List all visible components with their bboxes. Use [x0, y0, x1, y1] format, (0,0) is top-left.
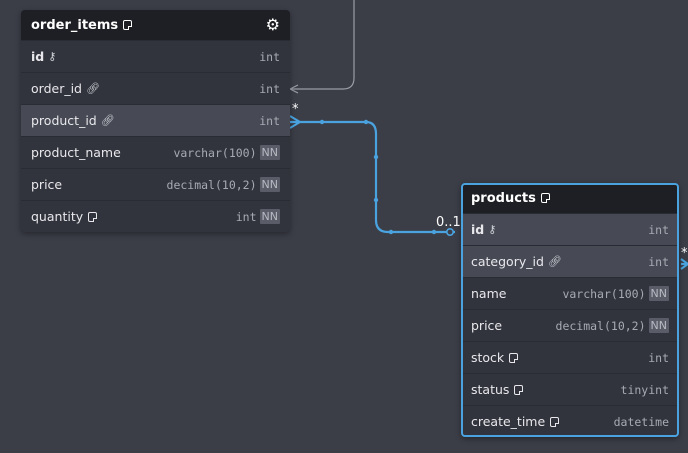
- field-row[interactable]: id ⚷ int: [21, 40, 290, 72]
- field-type: int: [259, 49, 280, 64]
- not-null-badge: NN: [259, 177, 280, 192]
- not-null-badge: NN: [259, 209, 280, 224]
- field-type: decimal(10,2): [555, 318, 646, 333]
- field-name: stock: [471, 350, 505, 365]
- field-row[interactable]: product_id 🔗︎ int: [21, 104, 290, 136]
- field-name: product_id: [31, 113, 97, 128]
- note-icon[interactable]: [88, 211, 98, 222]
- not-null-badge: NN: [648, 286, 669, 301]
- link-icon: 🔗︎: [547, 255, 562, 268]
- field-type: datetime: [613, 414, 669, 429]
- field-name: name: [471, 286, 507, 301]
- field-row[interactable]: status tinyint: [461, 373, 679, 405]
- table-header[interactable]: order_items ⚙: [21, 10, 290, 40]
- field-type: tinyint: [620, 382, 669, 397]
- field-type: int: [648, 350, 669, 365]
- field-row[interactable]: name varchar(100) NN: [461, 277, 679, 309]
- not-null-badge: NN: [259, 145, 280, 160]
- field-type: int: [648, 222, 669, 237]
- not-null-badge: NN: [648, 318, 669, 333]
- note-icon[interactable]: [123, 20, 133, 30]
- table-title: order_items: [31, 17, 119, 33]
- field-type: int: [235, 209, 257, 224]
- field-row[interactable]: order_id 🔗︎ int: [21, 72, 290, 104]
- table-order-items[interactable]: order_items ⚙ id ⚷ int order_id 🔗︎ int p…: [21, 10, 290, 232]
- gear-icon[interactable]: ⚙: [266, 17, 280, 33]
- cardinality-zero-or-one-label: 0..1: [436, 215, 461, 230]
- field-row[interactable]: price decimal(10,2) NN: [21, 168, 290, 200]
- field-type: int: [648, 254, 669, 269]
- diagram-canvas[interactable]: * 0..1 * order_items ⚙ id ⚷ int order_id…: [0, 0, 688, 453]
- link-icon: 🔗︎: [100, 114, 115, 127]
- field-type: decimal(10,2): [166, 177, 257, 192]
- note-icon[interactable]: [550, 416, 560, 427]
- field-name: price: [31, 177, 63, 192]
- field-row[interactable]: product_name varchar(100) NN: [21, 136, 290, 168]
- field-row[interactable]: stock int: [461, 341, 679, 373]
- field-name: quantity: [31, 209, 84, 224]
- field-row[interactable]: quantity int NN: [21, 200, 290, 232]
- field-type: varchar(100): [562, 286, 646, 301]
- note-icon[interactable]: [540, 193, 550, 203]
- cardinality-right-many-label: *: [681, 246, 688, 261]
- field-row[interactable]: create_time datetime: [461, 405, 679, 437]
- field-name: category_id: [471, 254, 544, 269]
- key-icon: ⚷: [488, 223, 497, 236]
- key-icon: ⚷: [48, 50, 57, 63]
- relation-line-order-id[interactable]: [290, 0, 355, 90]
- field-row[interactable]: category_id 🔗︎ int: [461, 245, 679, 277]
- link-icon: 🔗︎: [86, 82, 100, 95]
- note-icon[interactable]: [509, 352, 519, 363]
- field-type: int: [259, 113, 280, 128]
- field-name: id: [31, 49, 45, 64]
- field-row[interactable]: id ⚷ int: [461, 213, 679, 245]
- table-header[interactable]: products: [461, 183, 679, 213]
- table-title: products: [471, 190, 536, 206]
- field-name: status: [471, 382, 510, 397]
- field-name: product_name: [31, 145, 121, 160]
- table-products[interactable]: products id ⚷ int category_id 🔗︎ int nam…: [461, 183, 679, 437]
- field-name: price: [471, 318, 503, 333]
- field-name: order_id: [31, 81, 82, 96]
- relation-waypoints: [319, 119, 437, 235]
- field-name: create_time: [471, 414, 546, 429]
- field-name: id: [471, 222, 485, 237]
- note-icon[interactable]: [514, 384, 524, 395]
- field-type: varchar(100): [173, 145, 257, 160]
- cardinality-many-label: *: [292, 102, 299, 117]
- relation-line-product-id[interactable]: [290, 120, 455, 234]
- field-row[interactable]: price decimal(10,2) NN: [461, 309, 679, 341]
- field-type: int: [259, 81, 280, 96]
